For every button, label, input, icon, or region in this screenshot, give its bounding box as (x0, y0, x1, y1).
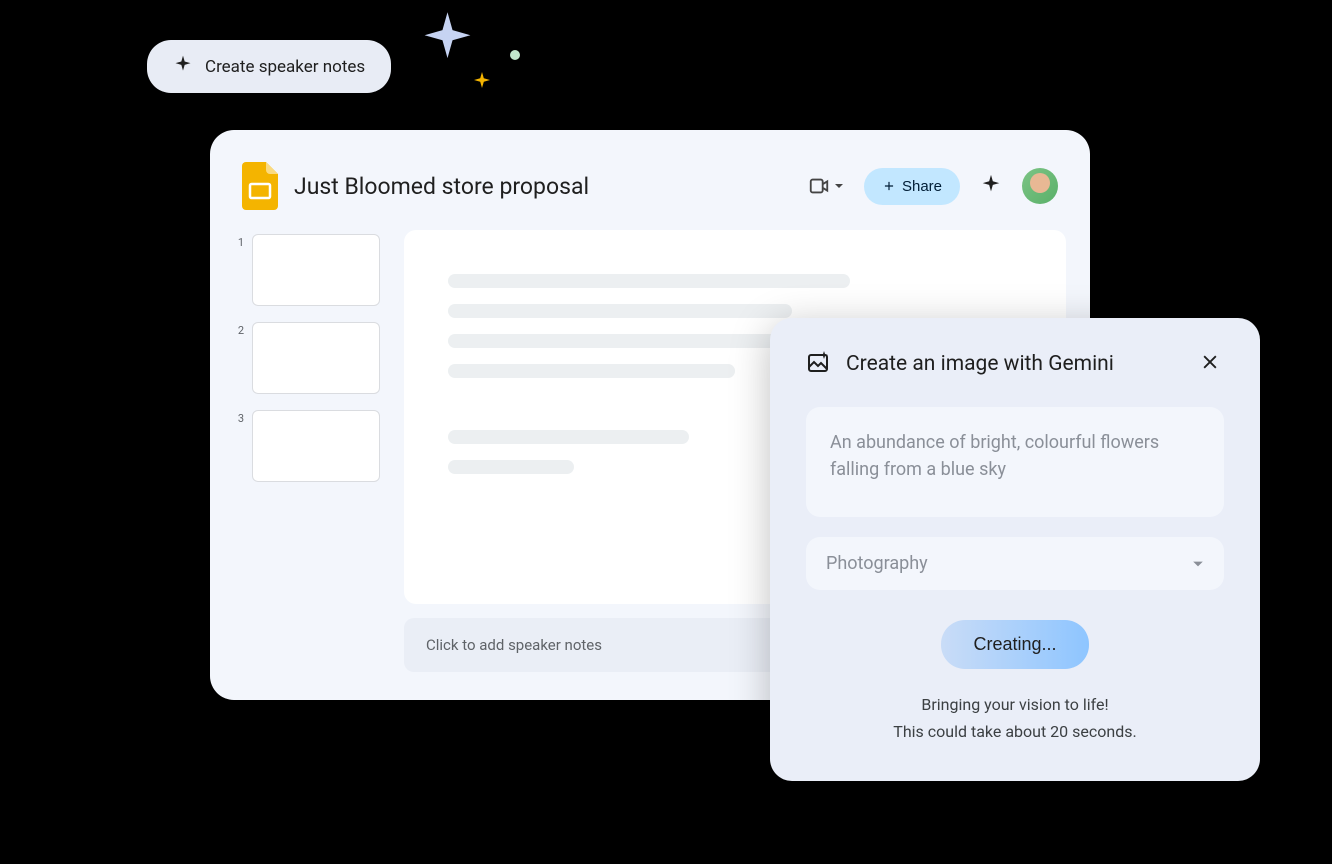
status-text: Bringing your vision to life! This could… (806, 691, 1224, 745)
thumb-row: 1 (234, 234, 380, 306)
chip-label: Create speaker notes (205, 57, 365, 77)
placeholder-line (448, 430, 689, 444)
sparkle-icon (173, 54, 193, 79)
slide-thumbnails: 1 2 3 (234, 230, 380, 696)
app-header: Just Bloomed store proposal Share (234, 154, 1066, 230)
sparkle-decoration-small-icon (470, 70, 494, 98)
slide-thumbnail[interactable] (252, 234, 380, 306)
thumb-number: 3 (234, 410, 244, 425)
image-sparkle-icon (806, 350, 830, 378)
header-actions: Share (808, 168, 1058, 205)
thumb-row: 2 (234, 322, 380, 394)
creating-status-pill: Creating... (941, 620, 1088, 669)
close-icon (1200, 352, 1220, 372)
thumb-number: 1 (234, 234, 244, 249)
thumb-row: 3 (234, 410, 380, 482)
placeholder-line (448, 304, 792, 318)
create-speaker-notes-chip[interactable]: Create speaker notes (147, 40, 391, 93)
chevron-down-icon (1192, 558, 1204, 570)
slide-thumbnail[interactable] (252, 322, 380, 394)
placeholder-line (448, 460, 574, 474)
sparkle-decoration-icon (420, 10, 475, 69)
sparkle-dot-icon (510, 50, 520, 60)
share-button[interactable]: Share (864, 168, 960, 205)
panel-header: Create an image with Gemini (806, 348, 1224, 379)
sparkle-icon (980, 173, 1002, 195)
slide-thumbnail[interactable] (252, 410, 380, 482)
thumb-number: 2 (234, 322, 244, 337)
plus-icon (882, 179, 896, 193)
user-avatar[interactable] (1022, 168, 1058, 204)
chevron-down-icon (834, 181, 844, 191)
style-value: Photography (826, 553, 928, 574)
video-call-button[interactable] (808, 175, 844, 197)
document-title[interactable]: Just Bloomed store proposal (294, 173, 792, 200)
style-select[interactable]: Photography (806, 537, 1224, 590)
slides-app-icon (242, 162, 278, 210)
gemini-button[interactable] (980, 173, 1002, 199)
panel-title: Create an image with Gemini (846, 352, 1180, 376)
placeholder-line (448, 274, 850, 288)
status-line: Bringing your vision to life! (806, 691, 1224, 718)
video-icon (808, 175, 830, 197)
prompt-input[interactable]: An abundance of bright, colourful flower… (806, 407, 1224, 517)
close-button[interactable] (1196, 348, 1224, 379)
status-line: This could take about 20 seconds. (806, 718, 1224, 745)
gemini-image-panel: Create an image with Gemini An abundance… (770, 318, 1260, 781)
share-label: Share (902, 178, 942, 195)
placeholder-line (448, 364, 735, 378)
